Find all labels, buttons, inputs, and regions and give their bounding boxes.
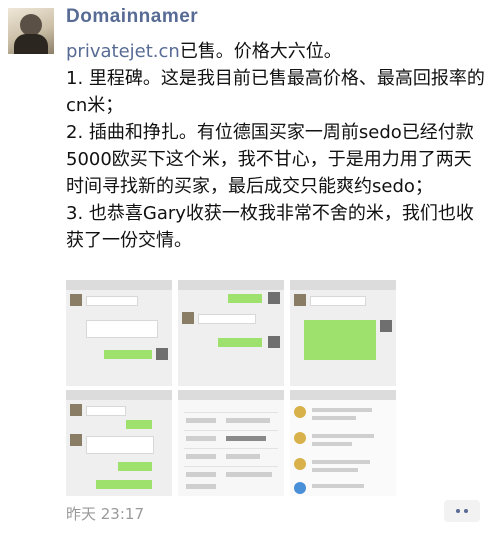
chat-avatar (182, 312, 194, 324)
avatar-portrait-head (20, 14, 42, 36)
chat-avatar (70, 404, 82, 416)
chat-avatar (380, 320, 392, 332)
domain-link[interactable]: privatejet.cn (66, 41, 180, 62)
chat-bubble (86, 296, 138, 306)
screenshot-thumbnail-1[interactable] (66, 280, 172, 386)
chat-bubble (86, 320, 158, 338)
chat-avatar (156, 348, 168, 360)
chat-bubble-sent (104, 350, 152, 359)
post-point-2: 2. 插曲和挣扎。有位德国买家一周前sedo已经付款5000欧买下这个米，我不甘… (66, 122, 474, 197)
screenshot-thumbnail-2[interactable] (178, 280, 284, 386)
chat-bubble-sent (228, 294, 262, 303)
post-text: privatejet.cn已售。价格大六位。 1. 里程碑。这是我目前已售最高价… (66, 38, 486, 254)
more-dots-icon[interactable] (444, 500, 480, 522)
chat-bubble (86, 436, 154, 454)
chat-bubble-sent (118, 462, 152, 471)
post-intro: 已售。价格大六位。 (179, 41, 342, 62)
post-timestamp: 昨天 23:17 (66, 505, 144, 523)
image-grid (66, 280, 396, 496)
list-icon (294, 482, 306, 494)
post-point-3: 3. 也恭喜Gary收获一枚我非常不舍的米，我们也收获了一份交情。 (66, 203, 474, 251)
chat-bubble-sent (126, 420, 152, 429)
chat-bubble-sent (304, 320, 376, 360)
chat-bubble-sent (218, 338, 262, 347)
list-icon (294, 432, 306, 444)
chat-avatar (70, 294, 82, 306)
chat-bubble (198, 314, 256, 324)
chat-bubble (310, 296, 366, 306)
screenshot-thumbnail-5[interactable] (178, 390, 284, 496)
avatar-portrait-body (14, 34, 48, 54)
screenshot-thumbnail-4[interactable] (66, 390, 172, 496)
chat-bubble-sent (96, 480, 152, 489)
post-point-1: 1. 里程碑。这是我目前已售最高价格、最高回报率的cn米； (66, 68, 485, 116)
chat-avatar (268, 292, 280, 304)
list-icon (294, 406, 306, 418)
screenshot-thumbnail-3[interactable] (290, 280, 396, 386)
chat-avatar (268, 336, 280, 348)
chat-avatar (294, 294, 306, 306)
author-avatar[interactable] (8, 8, 54, 54)
post-intro-line: privatejet.cn已售。价格大六位。 (66, 38, 486, 65)
list-icon (294, 458, 306, 470)
screenshot-thumbnail-6[interactable] (290, 390, 396, 496)
author-name[interactable]: Domainnamer (66, 6, 198, 28)
chat-avatar (70, 434, 82, 446)
chat-bubble (86, 406, 126, 416)
